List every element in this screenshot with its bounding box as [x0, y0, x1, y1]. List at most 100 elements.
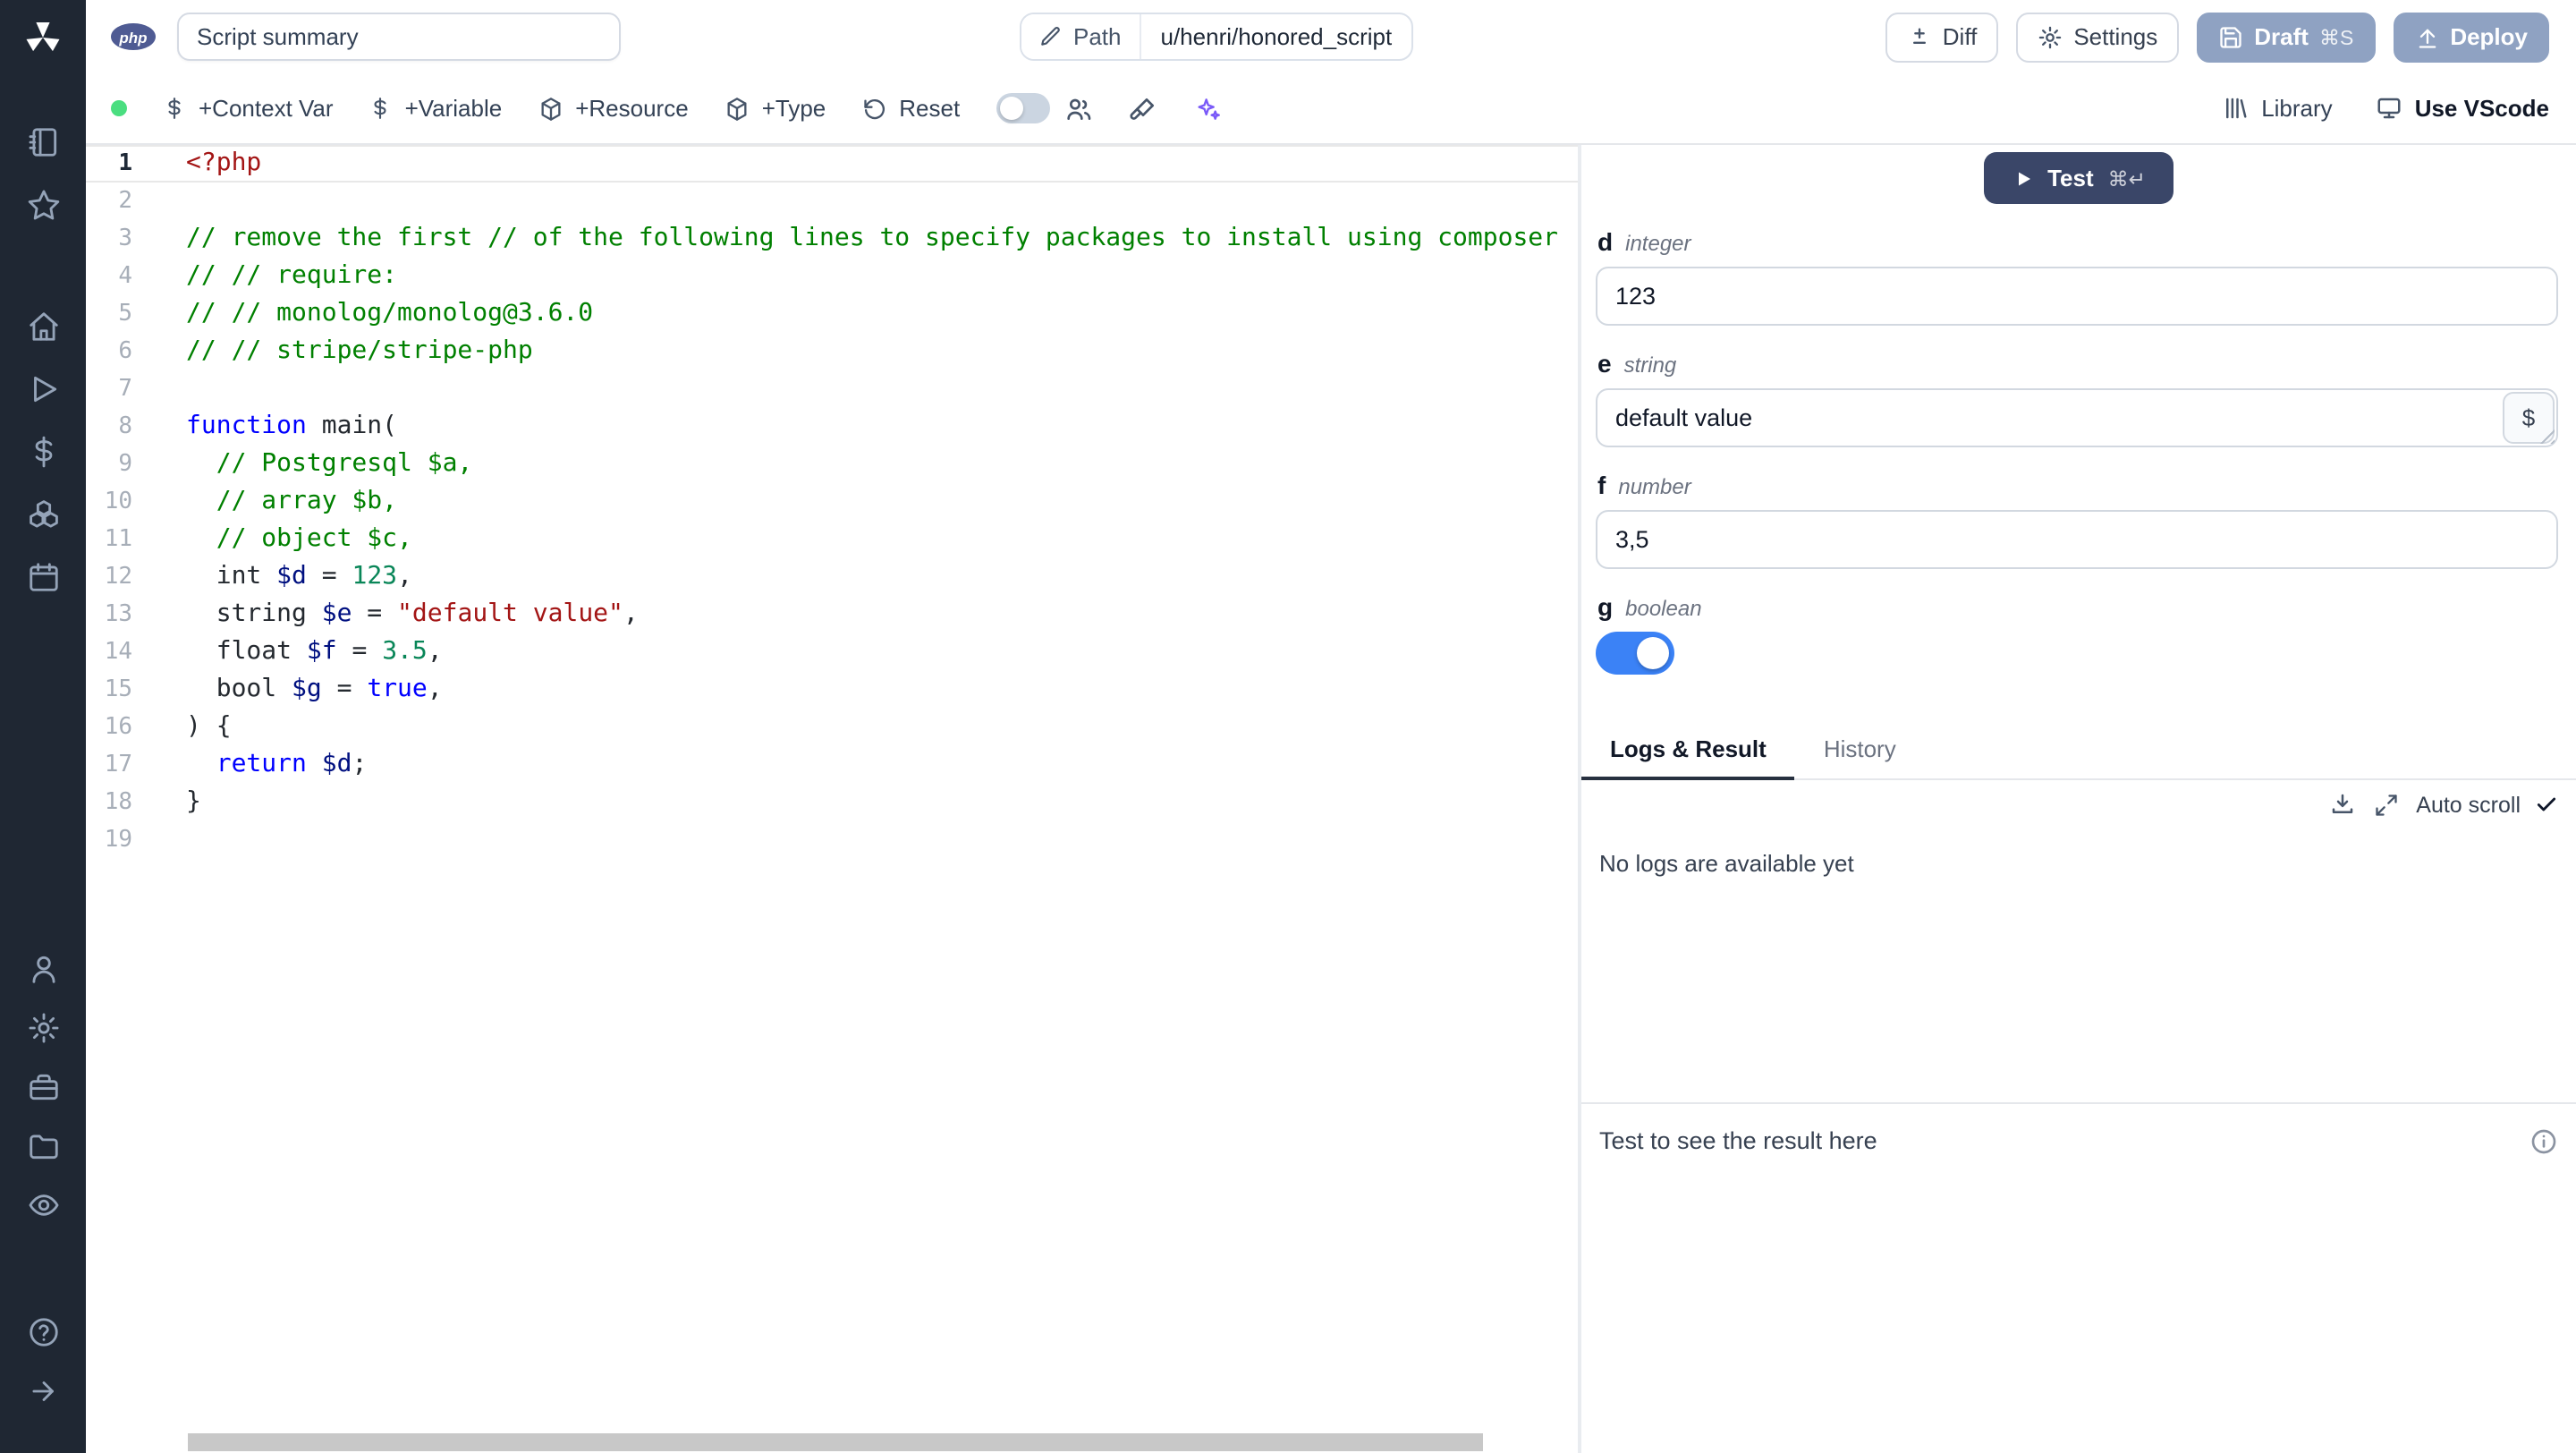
- code-line-17[interactable]: 17 return $d;: [86, 746, 1578, 784]
- sidebar-item-boxes[interactable]: [26, 497, 60, 531]
- code-line-4[interactable]: 4// // require:: [86, 258, 1578, 295]
- settings-button[interactable]: Settings: [2016, 12, 2180, 62]
- add-type-button[interactable]: +Type: [724, 95, 826, 122]
- auto-scroll-label: Auto scroll: [2416, 792, 2521, 817]
- tab-history[interactable]: History: [1795, 725, 1925, 780]
- reset-button[interactable]: Reset: [861, 95, 960, 122]
- test-row: Test ⌘↵: [1581, 145, 2576, 204]
- field-f-input[interactable]: [1596, 510, 2558, 569]
- use-vscode-button[interactable]: Use VScode: [2376, 95, 2549, 122]
- code-line-11[interactable]: 11 // object $c,: [86, 521, 1578, 558]
- code-line-10[interactable]: 10 // array $b,: [86, 483, 1578, 521]
- draft-label: Draft: [2254, 23, 2309, 50]
- check-icon: [2535, 793, 2558, 816]
- line-number: 18: [104, 789, 132, 816]
- paintbrush-icon: [1128, 94, 1157, 123]
- code-line-14[interactable]: 14 float $f = 3.5,: [86, 633, 1578, 671]
- play-icon: [26, 372, 60, 406]
- field-d-input[interactable]: [1596, 267, 2558, 326]
- field-d-input-wrap: [1596, 267, 2558, 326]
- language-badge: php: [111, 23, 156, 50]
- diff-button[interactable]: Diff: [1885, 12, 1999, 62]
- multiplayer-group: [996, 93, 1092, 123]
- sidebar-item-home[interactable]: [26, 310, 60, 344]
- sidebar-item-notebook[interactable]: [26, 125, 60, 159]
- code-editor[interactable]: 1 <?php 2 3// remove the first // of the fo…: [86, 145, 1578, 1453]
- line-number: 15: [104, 676, 132, 703]
- sparkles-icon: [1192, 94, 1221, 123]
- sidebar-item-calendar[interactable]: [26, 560, 60, 594]
- code-line-19[interactable]: 19: [86, 821, 1578, 859]
- download-logs-button[interactable]: [2328, 791, 2355, 818]
- sidebar-item-play[interactable]: [26, 372, 60, 406]
- tab-logs-result[interactable]: Logs & Result: [1581, 725, 1795, 780]
- field-e-input[interactable]: [1596, 388, 2558, 447]
- script-summary-input[interactable]: [177, 13, 621, 61]
- field-e-input-wrap: $: [1596, 388, 2558, 447]
- sidebar-item-arrow-right[interactable]: [26, 1374, 60, 1408]
- code-line-9[interactable]: 9 // Postgresql $a,: [86, 446, 1578, 483]
- code-line-6[interactable]: 6// // stripe/stripe-php: [86, 333, 1578, 370]
- sidebar-item-folder[interactable]: [26, 1129, 60, 1163]
- code-line-1[interactable]: 1 <?php: [86, 145, 1578, 183]
- line-number: 5: [118, 301, 132, 327]
- code-line-7[interactable]: 7: [86, 370, 1578, 408]
- windmill-logo[interactable]: [20, 14, 66, 61]
- add-variable-button[interactable]: +Variable: [369, 95, 502, 122]
- library-icon: [2222, 95, 2249, 122]
- windmill-logo-icon: [26, 22, 60, 52]
- deploy-button[interactable]: Deploy: [2393, 12, 2549, 62]
- field-g-label: g boolean: [1597, 592, 1702, 621]
- sidebar-group-account: [26, 952, 60, 1222]
- code-line-12[interactable]: 12 int $d = 123,: [86, 558, 1578, 596]
- windmill-script-editor: php Path u/henri/honored_script: [0, 0, 2576, 1453]
- sidebar: [0, 0, 86, 1453]
- ai-assistant-button[interactable]: [1192, 94, 1221, 123]
- library-label: Library: [2261, 95, 2333, 122]
- calendar-icon: [26, 560, 60, 594]
- dollar-icon: [163, 97, 186, 120]
- user-icon: [26, 952, 60, 986]
- sidebar-item-user[interactable]: [26, 952, 60, 986]
- sidebar-item-help[interactable]: [26, 1315, 60, 1349]
- gear-icon: [2038, 24, 2063, 49]
- sidebar-item-settings[interactable]: [26, 1011, 60, 1045]
- draft-button[interactable]: Draft ⌘S: [2197, 12, 2376, 62]
- editor-horizontal-scrollbar[interactable]: [188, 1433, 1483, 1451]
- line-number: 4: [118, 263, 132, 290]
- sidebar-item-eye[interactable]: [26, 1188, 60, 1222]
- code-lines: 1 <?php 2 3// remove the first // of the fo…: [86, 145, 1578, 859]
- add-resource-button[interactable]: +Resource: [538, 95, 689, 122]
- multiplayer-toggle[interactable]: [996, 93, 1050, 123]
- field-g-toggle[interactable]: [1596, 632, 1674, 675]
- app-root: php Path u/henri/honored_script: [0, 0, 2576, 1453]
- format-code-button[interactable]: [1128, 94, 1157, 123]
- code-line-18[interactable]: 18}: [86, 784, 1578, 821]
- code-line-13[interactable]: 13 string $e = "default value",: [86, 596, 1578, 633]
- code-line-15[interactable]: 15 bool $g = true,: [86, 671, 1578, 709]
- code-line-2[interactable]: 2: [86, 183, 1578, 220]
- settings-label: Settings: [2073, 23, 2158, 50]
- add-context-var-button[interactable]: +Context Var: [163, 95, 334, 122]
- test-shortcut: ⌘↵: [2107, 169, 2146, 191]
- content-row: 1 <?php 2 3// remove the first // of the fo…: [86, 145, 2576, 1453]
- sidebar-item-star[interactable]: [26, 188, 60, 222]
- info-icon[interactable]: [2529, 1127, 2558, 1156]
- expand-logs-button[interactable]: [2373, 792, 2398, 817]
- code-line-3[interactable]: 3// remove the first // of the following…: [86, 220, 1578, 258]
- sidebar-item-toolbox[interactable]: [26, 1070, 60, 1104]
- library-button[interactable]: Library: [2222, 95, 2333, 122]
- code-line-5[interactable]: 5// // monolog/monolog@3.6.0: [86, 295, 1578, 333]
- path-edit-button[interactable]: Path: [1021, 14, 1141, 59]
- auto-scroll-toggle[interactable]: Auto scroll: [2416, 792, 2558, 817]
- deploy-icon: [2414, 24, 2439, 49]
- sidebar-item-dollar[interactable]: [26, 435, 60, 469]
- logs-toolbar: Auto scroll: [1599, 791, 2558, 818]
- use-vscode-label: Use VScode: [2414, 95, 2549, 122]
- star-icon: [26, 188, 60, 222]
- field-d-label: d integer: [1597, 227, 1691, 256]
- test-button[interactable]: Test ⌘↵: [1984, 152, 2174, 204]
- code-line-8[interactable]: 8 function main(: [86, 408, 1578, 446]
- sidebar-group-top: [26, 125, 60, 222]
- code-line-16[interactable]: 16) {: [86, 709, 1578, 746]
